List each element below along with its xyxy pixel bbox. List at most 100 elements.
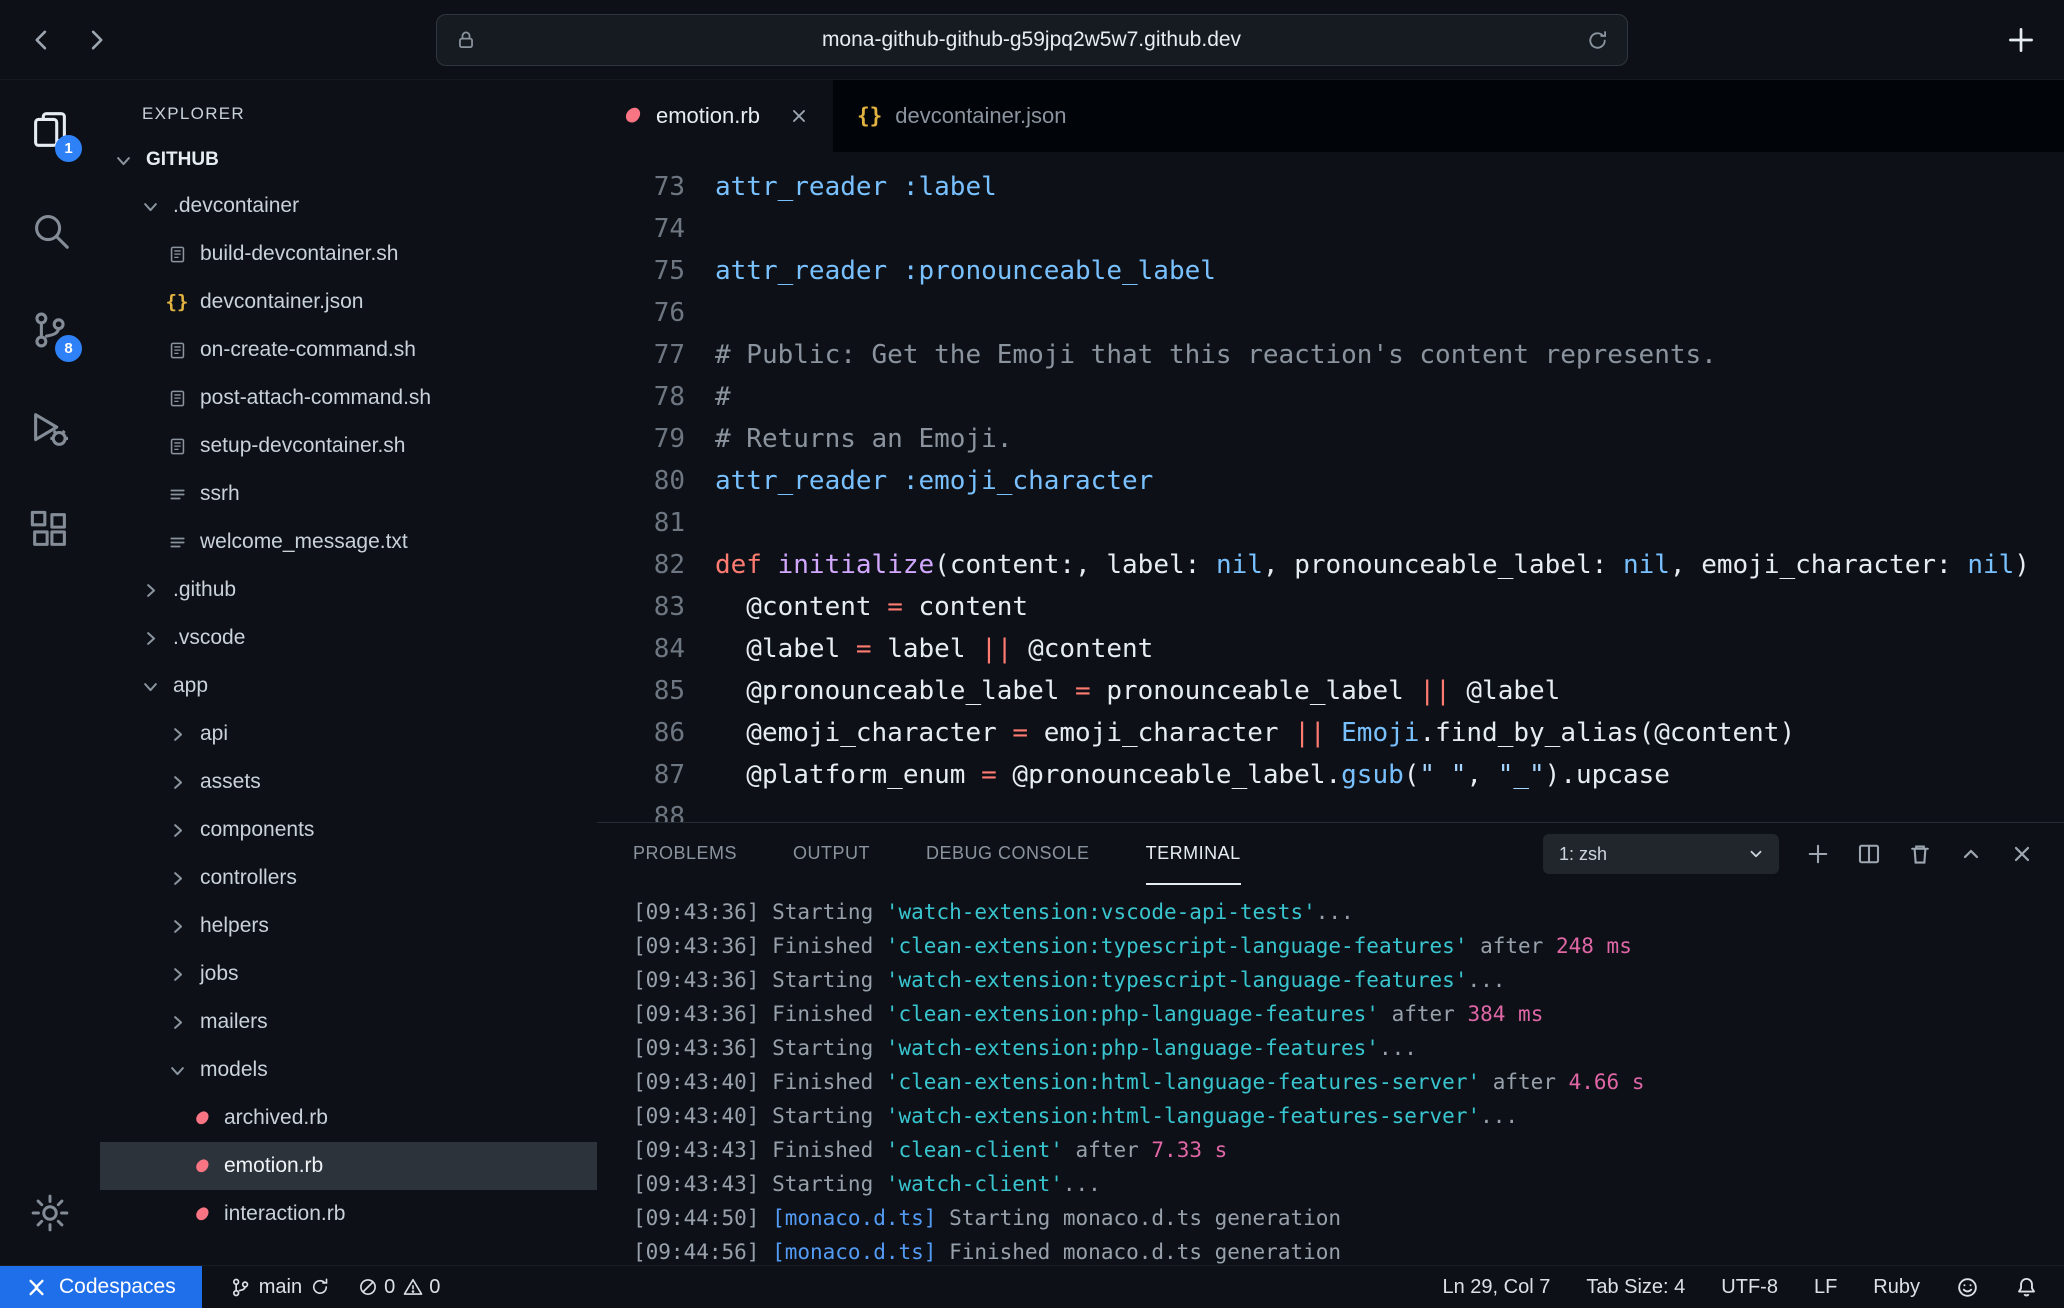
terminal-line: [09:43:43] Finished 'clean-client' after… [633,1133,2064,1167]
warnings-icon [403,1277,423,1297]
shell-selector[interactable]: 1: zsh [1543,834,1779,874]
file-item-post-attach-command.sh[interactable]: post-attach-command.sh [100,374,597,422]
line-number: 87 [597,754,685,796]
folder-item-jobs[interactable]: jobs [100,950,597,998]
new-terminal-icon[interactable] [1806,842,1830,866]
split-terminal-icon[interactable] [1857,842,1881,866]
file-item-on-create-command.sh[interactable]: on-create-command.sh [100,326,597,374]
explorer-sidebar: EXPLORER GITHUB .devcontainerbuild-devco… [100,80,597,1265]
settings-gear[interactable] [20,1183,80,1243]
folder-item-assets[interactable]: assets [100,758,597,806]
address-bar[interactable]: mona-github-github-g59jpq2w5w7.github.de… [436,14,1628,66]
cursor-position[interactable]: Ln 29, Col 7 [1442,1276,1550,1299]
run-debug-icon [27,407,73,453]
encoding[interactable]: UTF-8 [1721,1276,1778,1299]
feedback-smiley-icon[interactable] [1956,1276,1979,1299]
line-number: 74 [597,208,685,250]
file-item-devcontainer.json[interactable]: {}devcontainer.json [100,278,597,326]
tab-emotion-rb[interactable]: emotion.rb [597,80,833,152]
chevron-right-icon [164,1013,190,1032]
folder-item-helpers[interactable]: helpers [100,902,597,950]
chevron-right-icon [137,629,163,648]
file-item-ssrh[interactable]: ssrh [100,470,597,518]
folder-item-.vscode[interactable]: .vscode [100,614,597,662]
tree-item-label: components [200,818,314,842]
folder-item-controllers[interactable]: controllers [100,854,597,902]
problems-indicator[interactable]: 0 0 [358,1276,440,1299]
text-file-icon [164,485,190,504]
file-item-welcome_message.txt[interactable]: welcome_message.txt [100,518,597,566]
chevron-right-icon [164,725,190,744]
file-item-setup-devcontainer.sh[interactable]: setup-devcontainer.sh [100,422,597,470]
close-panel-icon[interactable] [2010,842,2034,866]
folder-item-models[interactable]: models [100,1046,597,1094]
panel-tab-problems[interactable]: PROBLEMS [633,823,737,885]
folder-item-GITHUB[interactable]: GITHUB [100,138,597,182]
folder-item-.github[interactable]: .github [100,566,597,614]
language-mode[interactable]: Ruby [1873,1276,1920,1299]
forward-button[interactable] [74,18,118,62]
eol-indicator[interactable]: LF [1814,1276,1837,1299]
file-item-emotion.rb[interactable]: emotion.rb [100,1142,597,1190]
new-tab-button[interactable] [2004,23,2038,57]
terminal-line: [09:43:36] Starting 'watch-extension:php… [633,1031,2064,1065]
panel-tab-terminal[interactable]: TERMINAL [1146,823,1241,885]
code-line-77: 77# Public: Get the Emoji that this reac… [597,334,2064,376]
terminal-line: [09:43:36] Starting 'watch-extension:typ… [633,963,2064,997]
gear-icon [28,1191,72,1235]
back-button[interactable] [20,18,64,62]
chevron-down-icon [137,197,163,216]
code-editor[interactable]: 73attr_reader :label7475attr_reader :pro… [597,152,2064,822]
codespaces-label: Codespaces [59,1275,176,1299]
ruby-file-icon [188,1109,214,1128]
chevron-right-icon [164,773,190,792]
maximize-panel-icon[interactable] [1959,842,1983,866]
folder-item-components[interactable]: components [100,806,597,854]
ruby-file-icon [621,105,643,127]
refresh-icon[interactable] [1586,29,1609,52]
activity-explorer[interactable]: 1 [20,100,80,160]
tab-devcontainer-json[interactable]: {} devcontainer.json [833,80,1091,152]
tab-label: emotion.rb [656,103,760,129]
line-number: 85 [597,670,685,712]
terminal-output[interactable]: [09:43:36] Starting 'watch-extension:vsc… [597,885,2064,1265]
tree-item-label: ssrh [200,482,240,506]
folder-item-api[interactable]: api [100,710,597,758]
search-icon [27,207,73,253]
line-number: 80 [597,460,685,502]
tab-size[interactable]: Tab Size: 4 [1586,1276,1685,1299]
code-line-87: 87 @platform_enum = @pronounceable_label… [597,754,2064,796]
line-number: 86 [597,712,685,754]
tree-item-label: setup-devcontainer.sh [200,434,405,458]
code-line-84: 84 @label = label || @content [597,628,2064,670]
file-item-build-devcontainer.sh[interactable]: build-devcontainer.sh [100,230,597,278]
explorer-badge: 1 [55,135,82,162]
json-file-icon: {} [857,104,882,128]
folder-item-mailers[interactable]: mailers [100,998,597,1046]
tree-item-label: .vscode [173,626,245,650]
panel-tab-debug-console[interactable]: DEBUG CONSOLE [926,823,1090,885]
close-icon[interactable] [789,106,809,126]
activity-extensions[interactable] [20,500,80,560]
branch-indicator[interactable]: main [230,1276,330,1299]
tab-label: devcontainer.json [895,103,1066,129]
status-bar: Codespaces main 0 0 Ln 29, Col 7 Tab Siz… [0,1265,2064,1308]
code-line-85: 85 @pronounceable_label = pronounceable_… [597,670,2064,712]
status-bar-right: Ln 29, Col 7 Tab Size: 4 UTF-8 LF Ruby [1442,1276,2064,1299]
file-item-archived.rb[interactable]: archived.rb [100,1094,597,1142]
activity-source-control[interactable]: 8 [20,300,80,360]
editor-tabs: emotion.rb {} devcontainer.json [597,80,2064,152]
activity-search[interactable] [20,200,80,260]
warning-count: 0 [429,1276,440,1299]
kill-terminal-icon[interactable] [1908,842,1932,866]
folder-item-.devcontainer[interactable]: .devcontainer [100,182,597,230]
codespaces-status-button[interactable]: Codespaces [0,1266,202,1308]
git-branch-icon [230,1277,251,1298]
tree-item-label: emotion.rb [224,1154,323,1178]
folder-item-app[interactable]: app [100,662,597,710]
activity-run-debug[interactable] [20,400,80,460]
notifications-bell-icon[interactable] [2015,1276,2038,1299]
codespaces-icon [26,1277,47,1298]
panel-tab-output[interactable]: OUTPUT [793,823,870,885]
file-item-interaction.rb[interactable]: interaction.rb [100,1190,597,1238]
